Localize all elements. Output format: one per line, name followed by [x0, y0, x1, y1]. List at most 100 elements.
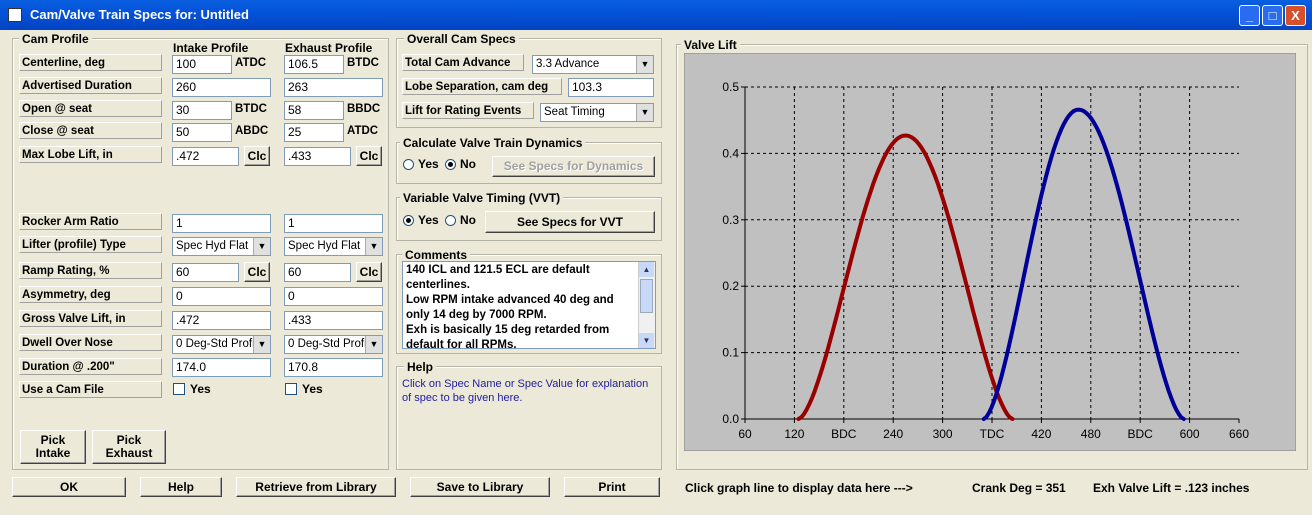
exhaust-ramp-input[interactable]: 60 — [284, 263, 351, 282]
valve-lift-legend: Valve Lift — [681, 38, 740, 52]
use-cam-file-label[interactable]: Use a Cam File — [19, 381, 162, 398]
gross-valve-lift-label[interactable]: Gross Valve Lift, in — [19, 310, 162, 327]
comments-textarea[interactable]: 140 ICL and 121.5 ECL are default center… — [402, 261, 656, 349]
graph-status-hint: Click graph line to display data here --… — [685, 481, 913, 495]
valve-lift-chart[interactable]: 60 120 BDC 240 300 TDC 420 480 BDC 600 660 0.0 0.1 0.… — [684, 53, 1296, 451]
intake-max-lobe-clc-button[interactable]: Clc — [244, 146, 270, 166]
intake-dwell-select[interactable]: 0 Deg-Std Profile ▼ — [172, 335, 271, 354]
max-lobe-lift-label[interactable]: Max Lobe Lift, in — [19, 146, 162, 163]
vvt-yes-radio[interactable] — [403, 215, 414, 226]
intake-centerline-input[interactable]: 100 — [172, 55, 232, 74]
lobe-separation-input[interactable]: 103.3 — [568, 78, 654, 97]
exhaust-lifter-select[interactable]: Spec Hyd Flat ▼ — [284, 237, 383, 256]
scroll-up-icon[interactable]: ▲ — [639, 262, 654, 277]
chevron-down-icon[interactable]: ▼ — [253, 336, 270, 353]
open-seat-label[interactable]: Open @ seat — [19, 100, 162, 117]
maximize-button[interactable]: □ — [1262, 5, 1283, 26]
dynamics-no-label: No — [460, 157, 476, 171]
help-text: Click on Spec Name or Spec Value for exp… — [402, 378, 649, 404]
chevron-down-icon[interactable]: ▼ — [636, 56, 653, 73]
y-tick-label: 0.2 — [722, 279, 739, 293]
intake-rocker-input[interactable]: 1 — [172, 214, 271, 233]
x-tick-label: 420 — [1031, 427, 1051, 441]
ok-button[interactable]: OK — [12, 477, 126, 497]
intake-cam-file-checkbox[interactable] — [173, 383, 185, 395]
intake-adv-duration-input[interactable]: 260 — [172, 78, 271, 97]
minimize-button[interactable]: _ — [1239, 5, 1260, 26]
centerline-label[interactable]: Centerline, deg — [19, 54, 162, 71]
chart-background — [684, 53, 1296, 451]
close-seat-label[interactable]: Close @ seat — [19, 122, 162, 139]
exhaust-cam-file-yes: Yes — [302, 382, 323, 396]
retrieve-library-button[interactable]: Retrieve from Library — [236, 477, 396, 497]
exhaust-gross-lift-input[interactable]: .433 — [284, 311, 383, 330]
dynamics-no-radio[interactable] — [445, 159, 456, 170]
scroll-down-icon[interactable]: ▼ — [639, 333, 654, 348]
exhaust-open-input[interactable]: 58 — [284, 101, 344, 120]
lift-rating-value: Seat Timing — [544, 106, 605, 118]
lifter-type-label[interactable]: Lifter (profile) Type — [19, 236, 162, 253]
ramp-rating-label[interactable]: Ramp Rating, % — [19, 262, 162, 279]
print-button[interactable]: Print — [564, 477, 660, 497]
exhaust-centerline-input[interactable]: 106.5 — [284, 55, 344, 74]
exhaust-asymmetry-input[interactable]: 0 — [284, 287, 383, 306]
intake-asymmetry-input[interactable]: 0 — [172, 287, 271, 306]
scroll-thumb[interactable] — [640, 279, 653, 313]
comment-line: only 14 deg by 7000 RPM. — [406, 309, 547, 321]
see-dynamics-button[interactable]: See Specs for Dynamics — [492, 156, 655, 177]
exhaust-ramp-clc-button[interactable]: Clc — [356, 262, 382, 282]
exhaust-close-unit: ATDC — [347, 125, 379, 137]
exhaust-dwell-select[interactable]: 0 Deg-Std Profile ▼ — [284, 335, 383, 354]
duration-200-label[interactable]: Duration @ .200" — [19, 358, 162, 375]
total-advance-value: 3.3 Advance — [536, 58, 600, 70]
intake-open-input[interactable]: 30 — [172, 101, 232, 120]
intake-ramp-input[interactable]: 60 — [172, 263, 239, 282]
help-legend: Help — [404, 360, 437, 374]
save-library-button[interactable]: Save to Library — [410, 477, 550, 497]
total-advance-label[interactable]: Total Cam Advance — [402, 54, 524, 71]
pick-intake-label: Pick Intake — [35, 433, 71, 460]
adv-duration-label[interactable]: Advertised Duration — [19, 77, 162, 94]
crank-deg-readout: Crank Deg = 351 — [972, 481, 1066, 495]
pick-intake-button[interactable]: Pick Intake — [20, 430, 86, 464]
y-tick-label: 0.5 — [722, 80, 739, 94]
chevron-down-icon[interactable]: ▼ — [636, 104, 653, 121]
intake-gross-lift-input[interactable]: .472 — [172, 311, 271, 330]
comments-legend: Comments — [402, 248, 471, 262]
exhaust-max-lobe-input[interactable]: .433 — [284, 147, 351, 166]
intake-lifter-select[interactable]: Spec Hyd Flat ▼ — [172, 237, 271, 256]
vvt-no-radio[interactable] — [445, 215, 456, 226]
intake-max-lobe-input[interactable]: .472 — [172, 147, 239, 166]
pick-exhaust-button[interactable]: Pick Exhaust — [92, 430, 166, 464]
intake-header: Intake Profile — [173, 41, 249, 55]
y-tick-label: 0.4 — [722, 146, 739, 160]
exhaust-adv-duration-input[interactable]: 263 — [284, 78, 383, 97]
exhaust-centerline-unit: BTDC — [347, 57, 379, 69]
comments-scrollbar[interactable]: ▲ ▼ — [638, 262, 655, 348]
chevron-down-icon[interactable]: ▼ — [253, 238, 270, 255]
total-advance-select[interactable]: 3.3 Advance ▼ — [532, 55, 654, 74]
window-title: Cam/Valve Train Specs for: Untitled — [30, 7, 249, 22]
help-button[interactable]: Help — [140, 477, 222, 497]
intake-ramp-clc-button[interactable]: Clc — [244, 262, 270, 282]
exhaust-cam-file-checkbox[interactable] — [285, 383, 297, 395]
lift-rating-label[interactable]: Lift for Rating Events — [402, 102, 534, 119]
vvt-yes-label: Yes — [418, 213, 439, 227]
chevron-down-icon[interactable]: ▼ — [365, 238, 382, 255]
close-button[interactable]: X — [1285, 5, 1306, 26]
asymmetry-label[interactable]: Asymmetry, deg — [19, 286, 162, 303]
intake-close-input[interactable]: 50 — [172, 123, 232, 142]
comment-line: Low RPM intake advanced 40 deg and — [406, 294, 614, 306]
exhaust-max-lobe-clc-button[interactable]: Clc — [356, 146, 382, 166]
chevron-down-icon[interactable]: ▼ — [365, 336, 382, 353]
dwell-over-nose-label[interactable]: Dwell Over Nose — [19, 334, 162, 351]
exhaust-close-input[interactable]: 25 — [284, 123, 344, 142]
lobe-separation-label[interactable]: Lobe Separation, cam deg — [402, 78, 562, 95]
intake-centerline-unit: ATDC — [235, 57, 267, 69]
see-vvt-button[interactable]: See Specs for VVT — [485, 211, 655, 233]
lift-rating-select[interactable]: Seat Timing ▼ — [540, 103, 654, 122]
rocker-ratio-label[interactable]: Rocker Arm Ratio — [19, 213, 162, 230]
dynamics-yes-radio[interactable] — [403, 159, 414, 170]
exhaust-rocker-input[interactable]: 1 — [284, 214, 383, 233]
exhaust-lifter-value: Spec Hyd Flat — [288, 240, 361, 252]
